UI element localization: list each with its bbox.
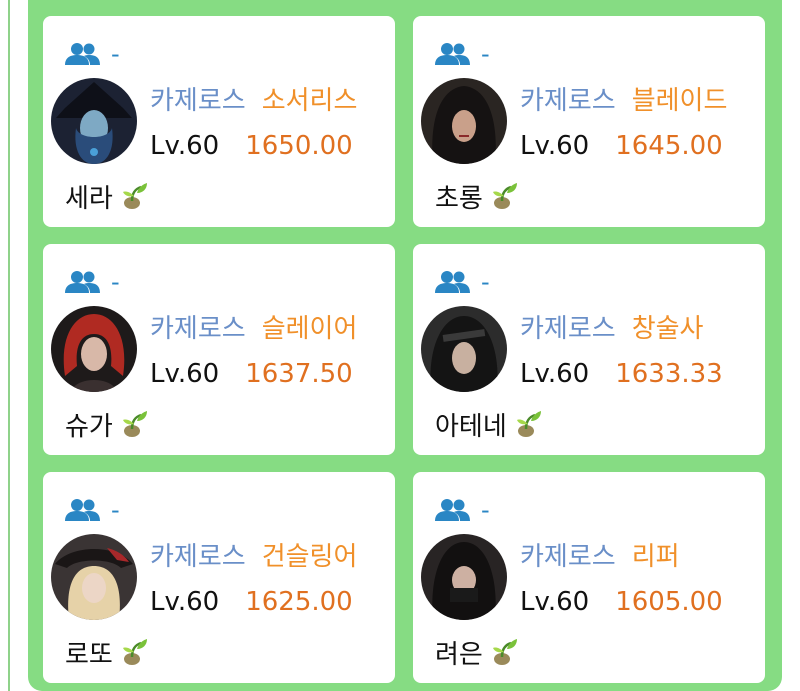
character-name: 아테네 — [435, 411, 507, 442]
group-users-icon — [435, 499, 470, 521]
character-name: 려은 — [435, 639, 483, 670]
class-name: 건슬링어 — [261, 541, 358, 572]
group-name: - — [481, 496, 490, 524]
server-class-row: 카제로스 블레이드 — [520, 80, 727, 116]
class-name: 블레이드 — [631, 85, 728, 116]
character-list-panel: - 카제로스 소서리스 Lv.60 1650.00 세라 - 카제로스 블레이드… — [28, 0, 782, 691]
group-name: - — [111, 268, 120, 296]
character-avatar[interactable] — [421, 306, 507, 392]
group-users-icon — [65, 499, 100, 521]
sprout-icon — [492, 639, 517, 665]
character-card[interactable]: - 카제로스 소서리스 Lv.60 1650.00 세라 — [43, 16, 395, 227]
level-score-row: Lv.60 1605.00 — [520, 584, 723, 620]
item-level-score: 1605.00 — [615, 587, 723, 617]
group-name: - — [481, 40, 490, 68]
item-level-score: 1633.33 — [615, 359, 723, 389]
character-name-row: 려은 — [435, 632, 519, 672]
level-score-row: Lv.60 1625.00 — [150, 584, 353, 620]
character-avatar[interactable] — [421, 78, 507, 164]
group-users-icon — [65, 43, 100, 65]
server-class-row: 카제로스 리퍼 — [520, 536, 680, 572]
class-name: 슬레이어 — [261, 313, 358, 344]
server-class-row: 카제로스 창술사 — [520, 308, 703, 344]
group-users-icon — [435, 43, 470, 65]
server-name: 카제로스 — [520, 541, 616, 572]
character-name-row: 초롱 — [435, 176, 519, 216]
class-name: 소서리스 — [261, 85, 358, 116]
character-avatar[interactable] — [421, 534, 507, 620]
character-level: Lv.60 — [150, 587, 220, 617]
party-group-row: - — [65, 495, 120, 525]
group-users-icon — [435, 271, 470, 293]
character-level: Lv.60 — [150, 359, 220, 389]
server-name: 카제로스 — [150, 541, 246, 572]
server-name: 카제로스 — [520, 85, 616, 116]
level-score-row: Lv.60 1650.00 — [150, 128, 353, 164]
sprout-icon — [492, 183, 517, 209]
class-name: 리퍼 — [631, 541, 680, 572]
server-class-row: 카제로스 소서리스 — [150, 80, 357, 116]
item-level-score: 1637.50 — [245, 359, 353, 389]
character-name-row: 슈가 — [65, 404, 149, 444]
character-name-row: 세라 — [65, 176, 149, 216]
party-group-row: - — [435, 267, 490, 297]
item-level-score: 1645.00 — [615, 131, 723, 161]
character-card[interactable]: - 카제로스 리퍼 Lv.60 1605.00 려은 — [413, 472, 765, 683]
server-name: 카제로스 — [520, 313, 616, 344]
sprout-icon — [122, 411, 147, 437]
server-name: 카제로스 — [150, 85, 246, 116]
character-card[interactable]: - 카제로스 건슬링어 Lv.60 1625.00 로또 — [43, 472, 395, 683]
character-level: Lv.60 — [520, 131, 590, 161]
character-card[interactable]: - 카제로스 창술사 Lv.60 1633.33 아테네 — [413, 244, 765, 455]
character-name-row: 아테네 — [435, 404, 543, 444]
party-group-row: - — [435, 39, 490, 69]
character-level: Lv.60 — [150, 131, 220, 161]
character-level: Lv.60 — [520, 587, 590, 617]
level-score-row: Lv.60 1645.00 — [520, 128, 723, 164]
level-score-row: Lv.60 1637.50 — [150, 356, 353, 392]
server-class-row: 카제로스 슬레이어 — [150, 308, 357, 344]
server-class-row: 카제로스 건슬링어 — [150, 536, 357, 572]
party-group-row: - — [65, 267, 120, 297]
item-level-score: 1625.00 — [245, 587, 353, 617]
character-name: 슈가 — [65, 411, 113, 442]
character-name-row: 로또 — [65, 632, 149, 672]
character-name: 로또 — [65, 639, 113, 670]
character-avatar[interactable] — [51, 306, 137, 392]
party-group-row: - — [65, 39, 120, 69]
character-avatar[interactable] — [51, 78, 137, 164]
item-level-score: 1650.00 — [245, 131, 353, 161]
group-name: - — [111, 40, 120, 68]
character-card[interactable]: - 카제로스 블레이드 Lv.60 1645.00 초롱 — [413, 16, 765, 227]
class-name: 창술사 — [631, 313, 704, 344]
sprout-icon — [122, 183, 147, 209]
group-users-icon — [65, 271, 100, 293]
group-name: - — [481, 268, 490, 296]
character-card[interactable]: - 카제로스 슬레이어 Lv.60 1637.50 슈가 — [43, 244, 395, 455]
level-score-row: Lv.60 1633.33 — [520, 356, 723, 392]
sprout-icon — [516, 411, 541, 437]
party-group-row: - — [435, 495, 490, 525]
character-name: 초롱 — [435, 183, 483, 214]
character-avatar[interactable] — [51, 534, 137, 620]
sprout-icon — [122, 639, 147, 665]
character-name: 세라 — [65, 183, 113, 214]
group-name: - — [111, 496, 120, 524]
server-name: 카제로스 — [150, 313, 246, 344]
left-border-line — [8, 0, 10, 691]
character-level: Lv.60 — [520, 359, 590, 389]
